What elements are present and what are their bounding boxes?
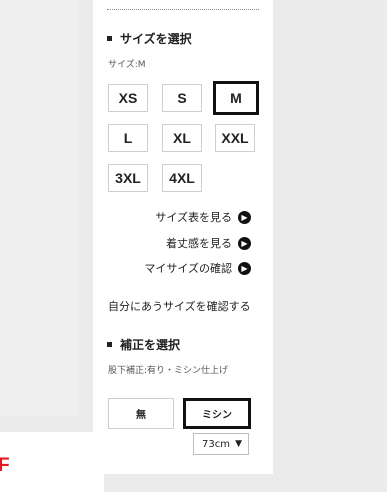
hem-note: 股下補正:有り・ミシン仕上げ [108, 366, 229, 376]
chevron-right-icon: ▶ [238, 236, 251, 250]
chevron-right-icon: ▶ [238, 261, 251, 275]
size-section-title: サイズを選択 [120, 32, 192, 46]
right-gutter [273, 0, 387, 474]
size-button-4xl[interactable]: 4XL [162, 164, 202, 192]
chevron-down-icon: ▼ [235, 439, 242, 449]
current-size-label: サイズ:M [108, 60, 146, 70]
hem-length-value: 73cm [202, 438, 230, 450]
left-product-area [0, 0, 79, 416]
bullet-square-icon [107, 36, 112, 41]
dotted-divider [107, 9, 259, 10]
size-button-3xl[interactable]: 3XL [108, 164, 148, 192]
fit-link-label: 着丈感を見る [166, 237, 232, 250]
size-button-s[interactable]: S [162, 84, 202, 112]
size-button-xl[interactable]: XL [162, 124, 202, 152]
chevron-right-icon: ▶ [238, 210, 251, 224]
hem-section-heading: 補正を選択 [107, 336, 180, 353]
size-chart-link[interactable]: サイズ表を見る ▶ [155, 209, 251, 225]
hem-length-select[interactable]: 73cm ▼ [193, 433, 249, 455]
size-button-l[interactable]: L [108, 124, 148, 152]
size-section-heading: サイズを選択 [107, 30, 192, 47]
size-button-xs[interactable]: XS [108, 84, 148, 112]
bullet-square-icon [107, 342, 112, 347]
hem-option-none[interactable]: 無 [108, 398, 174, 429]
check-fit-link[interactable]: 自分にあうサイズを確認する [108, 298, 251, 314]
my-size-link-label: マイサイズの確認 [144, 262, 232, 275]
my-size-link[interactable]: マイサイズの確認 ▶ [144, 260, 251, 276]
hem-section-title: 補正を選択 [120, 338, 181, 352]
partial-logo-letter: F [0, 455, 10, 476]
fit-link[interactable]: 着丈感を見る ▶ [166, 235, 251, 251]
hem-option-machine[interactable]: ミシン [183, 398, 251, 429]
size-chart-link-label: サイズ表を見る [155, 211, 232, 224]
size-button-xxl[interactable]: XXL [215, 124, 255, 152]
size-button-m[interactable]: M [213, 81, 259, 115]
left-product-card [0, 432, 104, 492]
